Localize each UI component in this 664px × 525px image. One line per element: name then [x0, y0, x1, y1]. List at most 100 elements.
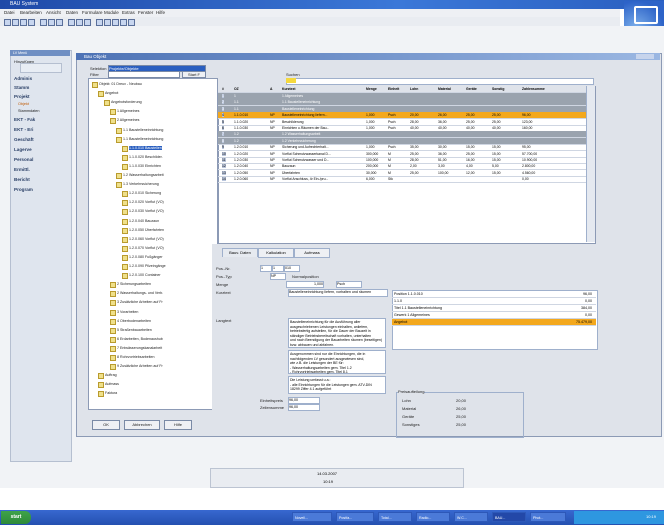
start-button[interactable]: start	[1, 511, 31, 524]
kurztext-field[interactable]: Baustelleneinrichtung liefern, vorhalten…	[288, 289, 388, 297]
task-postfach[interactable]: Postfa...	[336, 512, 374, 522]
task-novell[interactable]: Novell...	[292, 512, 332, 522]
pos-nr-field-2[interactable]: 1	[272, 265, 284, 272]
left-item-adminis[interactable]: Adminis	[14, 76, 32, 81]
left-item-objekt[interactable]: Objekt	[18, 102, 29, 106]
tree-node[interactable]: 1.2.0.080 Fußgänger	[129, 255, 163, 259]
task-photo[interactable]: Phot...	[530, 512, 566, 522]
tree-node[interactable]: 1.2.0.040 Bauzaun	[129, 219, 159, 223]
tree-node[interactable]: 5 Straßenbauarbeiten	[117, 328, 152, 332]
tree-node[interactable]: 2 Sicherungsarbeiten	[117, 282, 151, 286]
tree-node[interactable]: Auftrag	[105, 373, 117, 377]
left-item-program[interactable]: Program	[14, 187, 33, 192]
left-item-projekt[interactable]: Projekt	[14, 94, 30, 99]
tree-node[interactable]: 1.2.0.030 Vorflut (VO)	[129, 209, 164, 213]
tree-node[interactable]: 1.2.0.010 Sicherung	[129, 191, 161, 195]
menu-ansicht[interactable]: Ansicht	[46, 10, 61, 15]
hilfe-button[interactable]: Hilfe	[164, 420, 192, 430]
tree-node[interactable]: 1.3 Verkehrssicherung	[123, 182, 159, 186]
search-icon[interactable]	[84, 19, 91, 26]
menge-unit-select[interactable]: Psch	[336, 281, 362, 288]
pos-nr-field-3[interactable]: 010	[284, 265, 300, 272]
tree-node[interactable]: Faktura	[105, 391, 117, 395]
calc-icon[interactable]	[112, 19, 119, 26]
tree-node[interactable]: 1.1 Baustelleneinrichtung	[123, 128, 163, 132]
left-item-lagerve[interactable]: Lagerve	[14, 147, 32, 152]
print-icon[interactable]	[28, 19, 35, 26]
tree-node[interactable]: 4 Oberbodenarbeiten	[117, 319, 151, 323]
tree-node[interactable]: 3 Vorarbeiten	[117, 310, 138, 314]
left-item-geschaeft[interactable]: Geschäft	[14, 137, 34, 142]
tree-node[interactable]: 1.2.0.020 Vorflut (VO)	[129, 200, 164, 204]
tree-node[interactable]: 1.1.0.010 Baustellen	[129, 145, 162, 150]
grid-header-cell[interactable]: #	[222, 87, 224, 91]
tree-node[interactable]: 9 Zusätzliche Arbeiten auf Fr	[117, 364, 163, 368]
langtext-part-2[interactable]: Ausgenommen sind nur die Einrichtungen, …	[288, 350, 386, 374]
tab-bauv-daten[interactable]: Bauv. Daten	[222, 248, 258, 257]
grid-header-cell[interactable]: Geräte	[466, 87, 477, 91]
menu-formulare[interactable]: Formulare	[82, 10, 103, 15]
menge-field[interactable]: 1,000	[286, 281, 324, 288]
left-item-bericht[interactable]: Bericht	[14, 177, 30, 182]
tree-node[interactable]: Aufmass	[105, 382, 119, 386]
task-total[interactable]: Total...	[378, 512, 412, 522]
left-item-ermittl[interactable]: Ermittl.	[14, 167, 30, 172]
grid-header-cell[interactable]: Sonstig	[492, 87, 504, 91]
grid-header-cell[interactable]: Menge	[366, 87, 377, 91]
grid-icon[interactable]	[68, 19, 75, 26]
tree-node[interactable]: 1.2.0.090 Pilzeingänge	[129, 264, 166, 268]
save-icon[interactable]	[20, 19, 27, 26]
cut-icon[interactable]	[40, 19, 47, 26]
grid-header-cell[interactable]: OZ	[234, 87, 239, 91]
tree-node[interactable]: 1.2.0.070 Vorflut (VO)	[129, 246, 164, 250]
ok-button[interactable]: OK	[92, 420, 120, 430]
report-icon[interactable]	[96, 19, 103, 26]
grid-header-cell[interactable]: Material	[438, 87, 451, 91]
grid-header-cell[interactable]: Kurztext	[282, 87, 296, 91]
abbrechen-button[interactable]: Abbrechen	[124, 420, 160, 430]
zeilensumme-field[interactable]: 96,00	[288, 404, 320, 411]
chart-icon[interactable]	[104, 19, 111, 26]
tree-node[interactable]: 1.1 Baustelleneinrichtung	[123, 137, 163, 141]
langtext-part-1[interactable]: Baustelleneinrichtung für die Ausführung…	[288, 318, 386, 348]
tree-node[interactable]: Angebot	[105, 91, 118, 95]
filter-input[interactable]	[108, 71, 180, 78]
tab-aufmass[interactable]: Aufmass	[294, 248, 330, 258]
menu-hilfe[interactable]: Hilfe	[156, 10, 165, 15]
new-icon[interactable]	[4, 19, 11, 26]
filter-start-button[interactable]: Start F	[182, 71, 206, 78]
task-wc[interactable]: W.C...	[454, 512, 488, 522]
langtext-part-3[interactable]: Die Leistung umfasst u.a.: - alle Einric…	[288, 376, 386, 394]
tree-node[interactable]: 1.2 Wasserhaltungsarbeit	[123, 173, 164, 177]
window-controls-icon[interactable]	[636, 54, 654, 59]
task-radio[interactable]: Radio...	[416, 512, 450, 522]
tree-node[interactable]: 1.1.0.030 Einrichten	[129, 164, 161, 168]
tree-node[interactable]: 1.2.0.100 Container	[129, 273, 161, 277]
menu-bearbeiten[interactable]: Bearbeiten	[20, 10, 42, 15]
exit-icon[interactable]	[128, 19, 135, 26]
tree-node[interactable]: 6 Erdarbeiten, Bodenaushub	[117, 337, 163, 341]
grid-header-cell[interactable]: Einheit	[388, 87, 399, 91]
menu-fenster[interactable]: Fenster	[138, 10, 153, 15]
menu-datei[interactable]: Datei	[4, 10, 15, 15]
grid-scrollbar[interactable]	[586, 86, 595, 242]
left-item-stamm[interactable]: Stamm	[14, 85, 29, 90]
tree-node[interactable]: 7 Entwässerungskanalarbeit	[117, 346, 162, 350]
open-icon[interactable]	[12, 19, 19, 26]
tree-node[interactable]: Angebotsforderung	[111, 100, 142, 104]
tree-node[interactable]: 8 Rohrvortriebsarbeiten	[117, 355, 155, 359]
pos-typ-select[interactable]: NP	[270, 273, 286, 280]
tab-kalkulation[interactable]: Kalkulation	[258, 248, 294, 258]
grid-header-cell[interactable]: A	[270, 87, 272, 91]
tree-node[interactable]: 2 Allgemeines	[117, 118, 139, 122]
tree-node[interactable]: 1.2.0.060 Vorflut (VO)	[129, 237, 164, 241]
task-bau[interactable]: BAU...	[492, 512, 526, 522]
tree-node[interactable]: 1.1.0.020 Beschilder.	[129, 155, 163, 159]
grid-header-cell[interactable]: Zahlensumme	[522, 87, 545, 91]
tree-node[interactable]: 2 Wasserhaltungs- und Verb.	[117, 291, 163, 295]
paste-icon[interactable]	[56, 19, 63, 26]
einheitspreis-field[interactable]: 96,00	[288, 397, 320, 404]
lv-menu-tab[interactable]	[20, 63, 62, 73]
left-item-ekt-eri[interactable]: EKT - Eri	[14, 127, 33, 132]
tree-node[interactable]: 3 Zusätzliche Arbeiten auf Fr	[117, 300, 163, 304]
